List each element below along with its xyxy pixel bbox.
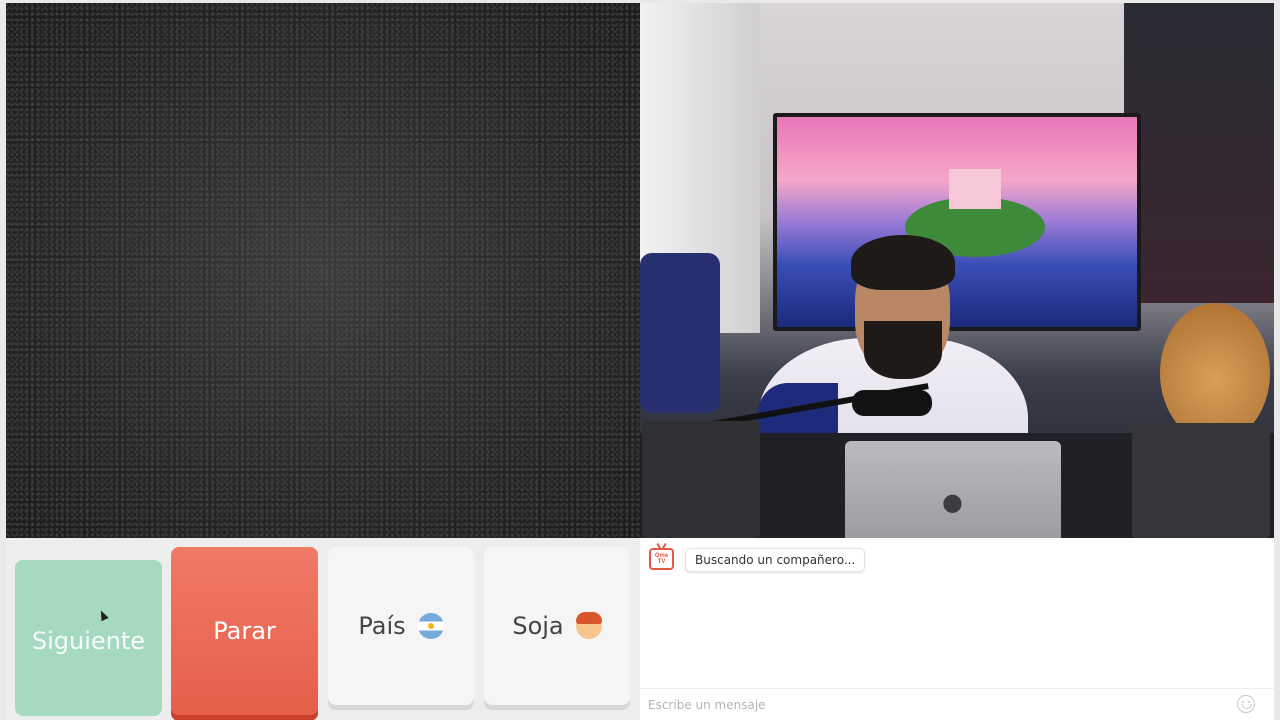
person-hair [851,235,955,290]
country-button-label: País [358,612,406,640]
gender-filter-button[interactable]: Soja [484,547,630,705]
background-tv [773,113,1141,331]
speaker-left [642,421,760,538]
stop-button[interactable]: Parar [171,547,318,715]
apple-logo-icon: ● [942,488,963,516]
chat-panel: Ome TV Buscando un compañero... [640,538,1274,720]
emoji-smiley-icon[interactable] [1237,695,1255,713]
status-message: Buscando un compañero... [695,553,856,567]
system-message-bubble: Buscando un compañero... [685,548,866,572]
next-button-label: Siguiente [31,627,146,655]
logo-text: Ome TV [654,553,669,565]
microphone [852,390,932,416]
gender-button-label: Soja [512,612,564,640]
wall [1124,3,1274,303]
person-beard [864,321,942,379]
tv-house [949,169,1001,209]
chat-input-row [640,688,1274,720]
stop-button-label: Parar [213,617,276,645]
speaker-right [1132,423,1270,538]
country-filter-button[interactable]: País [328,547,474,705]
gaming-chair [640,253,720,413]
self-camera-video: ● [640,3,1274,538]
control-panel: Siguiente Parar País Soja [6,538,640,720]
ometv-logo-icon: Ome TV [649,548,674,570]
guitar [1160,303,1270,443]
app-window: ● Siguiente Parar País Soja Ome TV Busca… [0,0,1280,720]
next-button[interactable]: Siguiente [15,560,162,716]
stranger-video-static [6,3,640,538]
message-input[interactable] [648,696,1228,714]
boy-emoji-icon [575,612,602,639]
argentina-flag-icon [417,613,444,639]
